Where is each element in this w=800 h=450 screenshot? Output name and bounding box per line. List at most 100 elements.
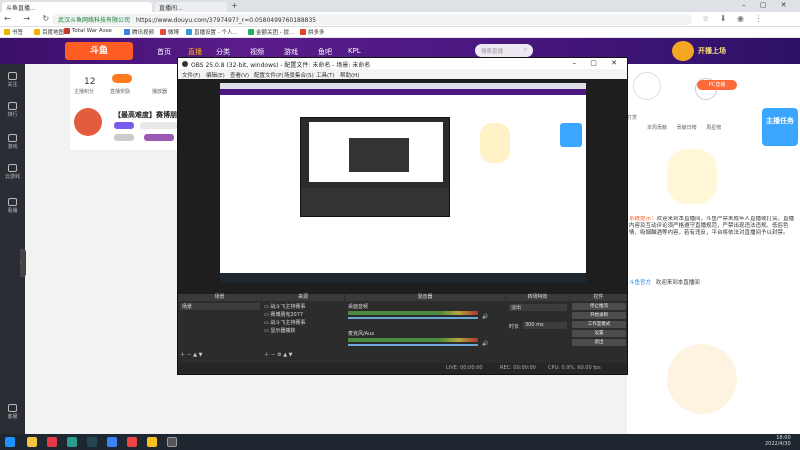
- chat-message: 斗鱼官方 欢迎来到本直播间: [629, 278, 700, 286]
- headset-icon: [8, 404, 17, 412]
- chat-panel: PC直播 主播打赏 本周贡献 贡献日榜 周星榜 主播任务 系统提示：欢迎来到本直…: [617, 64, 800, 434]
- tab-second[interactable]: 直播间...: [155, 2, 227, 12]
- panel-mixer-header: 混音器: [345, 294, 505, 301]
- app-icon-4[interactable]: [127, 437, 137, 447]
- obs-icon[interactable]: [167, 437, 177, 447]
- bookmark-1[interactable]: 百度地图: [34, 28, 64, 36]
- clock[interactable]: 18:00 2022/4/30: [765, 435, 791, 447]
- promo-banner[interactable]: 开播上场: [698, 46, 726, 56]
- new-tab-button[interactable]: +: [231, 1, 238, 10]
- windows-start-icon[interactable]: [5, 437, 15, 447]
- menu-file[interactable]: 文件(F): [182, 71, 200, 79]
- bookmark-5[interactable]: 直播设置 - 个人...: [186, 28, 238, 36]
- tab-star[interactable]: 周星榜: [706, 125, 721, 131]
- nested-mascot: [480, 123, 510, 163]
- window-controls[interactable]: – ▢ ✕: [742, 1, 792, 9]
- start-record-button[interactable]: 开始录制: [572, 312, 626, 319]
- tab-douyu[interactable]: 斗鱼直播...: [2, 2, 152, 12]
- mascot-footer: [667, 344, 737, 414]
- panel-sources-header: 来源: [262, 294, 344, 301]
- mixer-desktop-meter: [348, 311, 478, 315]
- chat-username[interactable]: 斗鱼官方: [629, 280, 651, 286]
- source-toolbar[interactable]: ＋ － ⚙ ▲ ▼: [264, 351, 293, 358]
- room-info-panel: 12 主播积分 直播奖励 播放器 【最高难度】赛博朋: [70, 64, 178, 150]
- settings-button[interactable]: 设置: [572, 330, 626, 337]
- share-icon[interactable]: [633, 72, 661, 100]
- pc-play-button[interactable]: PC直播: [697, 80, 737, 90]
- menu-edit[interactable]: 编辑(E): [206, 71, 225, 79]
- nav-game[interactable]: 游戏: [284, 47, 298, 57]
- studio-mode-button[interactable]: 工作室模式: [572, 321, 626, 328]
- steam-icon[interactable]: [87, 437, 97, 447]
- bookmark-3[interactable]: 腾讯视频: [124, 28, 154, 36]
- chrome-icon[interactable]: [147, 437, 157, 447]
- url-field[interactable]: 武汉斗鱼网络科技有限公司 https://www.douyu.com/37974…: [52, 14, 692, 25]
- sidebar-item-watch[interactable]: 看播: [4, 198, 21, 214]
- explorer-icon[interactable]: [27, 437, 37, 447]
- nav-kpl[interactable]: KPL: [348, 47, 361, 55]
- panel-transitions-header: 转场特效: [506, 294, 569, 301]
- right-tab-row: 本周贡献 贡献日榜 周星榜: [647, 124, 757, 133]
- bookmark-4[interactable]: 微博: [160, 28, 179, 36]
- mixer-desktop-slider[interactable]: [348, 317, 478, 319]
- obs-window-controls[interactable]: – ▢ ✕: [573, 59, 623, 67]
- nav-category[interactable]: 分类: [216, 47, 230, 57]
- mixer-mic-slider[interactable]: [348, 344, 478, 346]
- scene-toolbar[interactable]: ＋ － ▲ ▼: [180, 351, 202, 358]
- source-item-2[interactable]: ▭ 战斗飞主持赛事: [264, 319, 305, 326]
- player-label[interactable]: 播放器: [152, 88, 167, 95]
- scene-item[interactable]: 场景: [180, 303, 260, 310]
- tag-badge: [114, 122, 134, 129]
- sidebar-item-follow[interactable]: 关注: [4, 72, 21, 88]
- toolbar-icons[interactable]: ☆ ⬇ ◉ ⋮: [702, 14, 766, 23]
- bookmark-7[interactable]: 拼多多: [300, 28, 325, 36]
- speaker-icon[interactable]: 🔊: [482, 314, 488, 320]
- search-input[interactable]: 搜索直播 ⌕: [475, 44, 533, 57]
- bookmark-2[interactable]: Total War Asse: [64, 28, 112, 34]
- sidebar-item-cloud[interactable]: 云游戏: [4, 164, 21, 180]
- nested-obs-2: [349, 138, 409, 172]
- tag-badge-2: [140, 122, 178, 129]
- sidebar-collapse-handle[interactable]: ›: [20, 249, 26, 277]
- mic-icon[interactable]: 🔊: [482, 341, 488, 347]
- sidebar-item-game[interactable]: 游戏: [4, 134, 21, 150]
- exit-button[interactable]: 退出: [572, 339, 626, 346]
- url-text: https://www.douyu.com/3797497?_r=0.05804…: [135, 17, 317, 24]
- menu-help[interactable]: 帮助(H): [340, 71, 359, 79]
- reward-badge[interactable]: [112, 74, 132, 83]
- source-item-3[interactable]: ▭ 显示器捕获: [264, 327, 295, 334]
- transition-select[interactable]: 淡出: [509, 304, 567, 311]
- mixer-mic-meter: [348, 338, 478, 342]
- menu-tools[interactable]: 工具(T): [316, 71, 335, 79]
- nav-fishbar[interactable]: 鱼吧: [318, 47, 332, 57]
- reward-label[interactable]: 直播奖励: [110, 88, 130, 95]
- bookmark-0[interactable]: 书签: [4, 28, 23, 36]
- obs-preview[interactable]: [178, 79, 627, 305]
- bookmark-6[interactable]: 金额关团 - 提...: [248, 28, 294, 36]
- tab-week[interactable]: 本周贡献: [647, 125, 667, 131]
- app-icon-1[interactable]: [47, 437, 57, 447]
- app-icon-2[interactable]: [67, 437, 77, 447]
- avatar[interactable]: [672, 41, 694, 61]
- menu-scene-collection[interactable]: 场景集合(S): [284, 71, 314, 79]
- source-item-1[interactable]: ▭ 赛博朋克2077: [264, 311, 303, 318]
- menu-profile[interactable]: 配置文件(P): [254, 71, 284, 79]
- room-title: 【最高难度】赛博朋: [114, 111, 177, 119]
- duration-input[interactable]: 300 ms: [523, 322, 567, 329]
- stop-stream-button[interactable]: 停止推流: [572, 303, 626, 310]
- douyu-logo[interactable]: 斗鱼: [65, 42, 133, 60]
- task-badge[interactable]: 主播任务: [762, 108, 798, 146]
- search-icon[interactable]: ⌕: [524, 47, 527, 54]
- source-item-0[interactable]: ▭ 战斗飞主持赛事: [264, 303, 305, 310]
- nav-home[interactable]: 首页: [157, 47, 171, 57]
- left-sidebar: 关注 排行 游戏 云游戏 看播 客服 ›: [0, 64, 26, 434]
- nav-video[interactable]: 视频: [250, 47, 264, 57]
- tab-day[interactable]: 贡献日榜: [677, 125, 697, 131]
- anchor-avatar[interactable]: [74, 108, 102, 136]
- menu-view[interactable]: 查看(V): [230, 71, 249, 79]
- sidebar-item-service[interactable]: 客服: [4, 404, 21, 420]
- app-icon-3[interactable]: [107, 437, 117, 447]
- nav-live[interactable]: 直播: [188, 47, 202, 57]
- sidebar-item-rank[interactable]: 排行: [4, 102, 21, 118]
- clock-date: 2022/4/30: [765, 441, 791, 447]
